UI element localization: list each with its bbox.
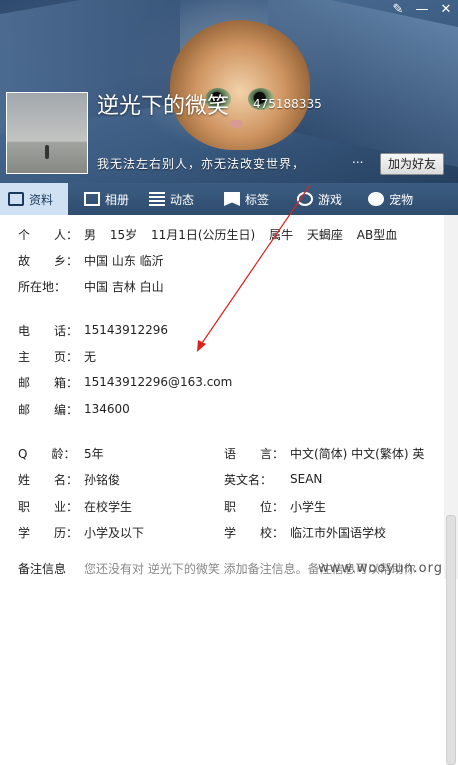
- field-label: 学 校：: [224, 525, 285, 540]
- location-value: 中国 吉林 白山: [84, 279, 164, 294]
- field-label: 邮 箱：: [18, 375, 79, 390]
- field-label: 故 乡：: [18, 253, 79, 268]
- tab-label: 标签: [245, 192, 270, 207]
- homepage-value: 无: [84, 349, 97, 364]
- info-row-hometown: 故 乡： 中国 山东 临沂: [18, 252, 164, 268]
- qq-number: 475188335: [253, 97, 322, 111]
- tab-label: 相册: [105, 192, 130, 207]
- watermark: www.wooyun.org: [318, 561, 444, 576]
- info-row-phone: 电 话： 15143912296: [18, 322, 168, 338]
- field-label: 所在地：: [18, 279, 67, 294]
- scrollbar[interactable]: [444, 215, 458, 765]
- blood-type: AB型血: [356, 227, 398, 242]
- field-label: 邮 编：: [18, 402, 79, 417]
- avatar-figure: [45, 145, 49, 159]
- field-label: 职 位：: [224, 499, 285, 514]
- tab-games[interactable]: 游戏: [289, 183, 350, 215]
- zodiac: 属牛: [269, 227, 294, 242]
- tab-album[interactable]: 相册: [76, 183, 137, 215]
- photo-icon: [84, 192, 100, 206]
- info-row-person: 个 人： 男 15岁 11月1日(公历生日) 属牛 天蝎座 AB型血: [18, 226, 407, 242]
- window-controls: ✎ — ✕: [386, 0, 458, 20]
- gender: 男: [84, 227, 97, 242]
- profile-banner: ✎ — ✕ 逆光下的微笑 475188335 我无法左右别人，亦无法改变世界， …: [0, 0, 458, 183]
- profile-tabs: 资料 相册 动态 标签 游戏 宠物: [0, 183, 458, 215]
- name-value: 孙铭俊: [84, 472, 121, 487]
- field-label: 主 页：: [18, 349, 79, 364]
- minimize-icon[interactable]: —: [410, 0, 434, 20]
- info-row-location: 所在地： 中国 吉林 白山: [18, 278, 164, 294]
- education-value: 小学及以下: [84, 525, 145, 540]
- field-label: 姓 名：: [18, 472, 79, 487]
- info-row-qage: Q 龄： 5年 语 言： 中文(简体) 中文(繁体) 英: [18, 445, 428, 461]
- field-label: 电 话：: [18, 323, 79, 338]
- info-row-job: 职 业： 在校学生 职 位： 小学生: [18, 498, 326, 514]
- tab-profile[interactable]: 资料: [0, 183, 68, 215]
- signature-more[interactable]: ...: [352, 152, 363, 166]
- field-label: Q 龄：: [18, 446, 76, 461]
- birthday: 11月1日(公历生日): [150, 227, 256, 242]
- nickname: 逆光下的微笑: [97, 94, 230, 119]
- school-value: 临江市外国语学校: [290, 525, 387, 540]
- close-icon[interactable]: ✕: [434, 0, 458, 20]
- qage-value: 5年: [84, 446, 104, 461]
- field-label: 学 历：: [18, 525, 79, 540]
- list-icon: [149, 192, 166, 206]
- field-label: 语 言：: [224, 446, 285, 461]
- phone-value: 15143912296: [84, 323, 168, 337]
- language-value: 中文(简体) 中文(繁体) 英: [290, 446, 425, 461]
- card-icon: [8, 192, 24, 206]
- tab-feed[interactable]: 动态: [141, 183, 202, 215]
- field-label: 职 业：: [18, 499, 79, 514]
- info-row-email: 邮 箱： 15143912296@163.com: [18, 374, 232, 390]
- field-label: 英文名：: [224, 472, 273, 487]
- signature: 我无法左右别人，亦无法改变世界，: [97, 157, 306, 171]
- field-label: 个 人：: [18, 227, 79, 242]
- tab-tags[interactable]: 标签: [216, 183, 277, 215]
- zip-value: 134600: [84, 402, 130, 416]
- info-row-name: 姓 名： 孙铭俊 英文名： SEAN: [18, 471, 322, 487]
- info-row-homepage: 主 页： 无: [18, 348, 96, 364]
- tab-label: 游戏: [318, 192, 343, 207]
- info-row-education: 学 历： 小学及以下 学 校： 临江市外国语学校: [18, 524, 386, 540]
- hometown-value: 中国 山东 临沂: [84, 253, 164, 268]
- english-name-value: SEAN: [290, 472, 323, 486]
- constellation: 天蝎座: [306, 227, 343, 242]
- add-friend-button[interactable]: 加为好友: [380, 153, 444, 175]
- avatar[interactable]: [6, 92, 88, 174]
- scrollbar-thumb[interactable]: [446, 515, 456, 765]
- brush-icon[interactable]: ✎: [386, 0, 410, 20]
- info-row-zip: 邮 编： 134600: [18, 401, 130, 417]
- kitten-nose: [230, 120, 242, 128]
- field-label: 备注信息: [18, 562, 67, 576]
- email-value: 15143912296@163.com: [84, 375, 233, 389]
- job-value: 在校学生: [84, 499, 133, 514]
- game-icon: [297, 192, 314, 206]
- tag-icon: [224, 192, 241, 206]
- tab-label: 宠物: [389, 192, 414, 207]
- age: 15岁: [109, 227, 138, 242]
- tab-pets[interactable]: 宠物: [360, 183, 421, 215]
- pet-icon: [368, 192, 385, 206]
- tab-label: 资料: [29, 192, 54, 207]
- tab-label: 动态: [170, 192, 195, 207]
- position-value: 小学生: [290, 499, 327, 514]
- kitten-photo: [170, 20, 310, 150]
